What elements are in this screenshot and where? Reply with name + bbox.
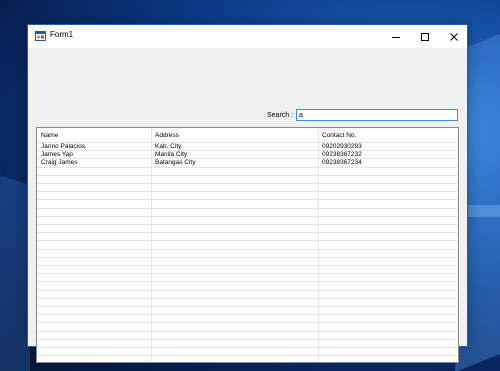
row-line	[37, 224, 458, 225]
search-input[interactable]	[296, 109, 458, 121]
row-line	[37, 314, 458, 315]
title-bar[interactable]: Form1	[28, 25, 467, 48]
row-line	[37, 273, 458, 274]
row-line	[37, 257, 458, 258]
column-separator	[318, 128, 319, 362]
table-cell[interactable]: 09238367234	[322, 158, 362, 167]
row-line	[37, 265, 458, 266]
form-client-area: Search : NameAddressContact No.Janno Pal…	[28, 48, 467, 363]
row-line	[37, 331, 458, 332]
row-line	[37, 183, 458, 184]
row-line	[37, 249, 458, 250]
row-line	[37, 199, 458, 200]
maximize-icon	[420, 32, 429, 41]
window-title: Form1	[50, 30, 74, 39]
column-separator	[151, 128, 152, 362]
row-line	[37, 355, 458, 356]
row-line	[37, 150, 458, 151]
minimize-button[interactable]	[381, 25, 410, 48]
row-line	[37, 167, 458, 168]
row-line	[37, 232, 458, 233]
row-line	[37, 347, 458, 348]
app-window: Form1 Search : NameAddressContact No.Jan…	[27, 24, 468, 363]
table-cell[interactable]: Craig James	[41, 158, 77, 167]
row-line	[37, 216, 458, 217]
row-line	[37, 339, 458, 340]
wallpaper-light-beam	[0, 175, 30, 371]
row-line	[37, 281, 458, 282]
column-header[interactable]: Name	[41, 131, 58, 140]
close-icon	[449, 32, 458, 41]
row-line	[37, 208, 458, 209]
row-line	[37, 290, 458, 291]
data-grid[interactable]: Name Address Contact No. Janno Palacios Kab.…	[36, 127, 459, 363]
close-button[interactable]	[439, 25, 468, 48]
search-label: Search :	[267, 112, 294, 119]
row-line	[37, 158, 458, 159]
row-line	[37, 240, 458, 241]
table-cell[interactable]: Batangas City	[155, 158, 195, 167]
form-window-icon	[35, 31, 46, 41]
row-line	[37, 175, 458, 176]
row-line	[37, 298, 458, 299]
row-line	[37, 191, 458, 192]
row-line	[37, 322, 458, 323]
row-line	[37, 306, 458, 307]
column-header[interactable]: Contact No.	[322, 131, 356, 140]
column-header[interactable]: Address	[155, 131, 179, 140]
minimize-icon	[391, 36, 400, 38]
maximize-button[interactable]	[410, 25, 439, 48]
row-line	[37, 142, 458, 143]
